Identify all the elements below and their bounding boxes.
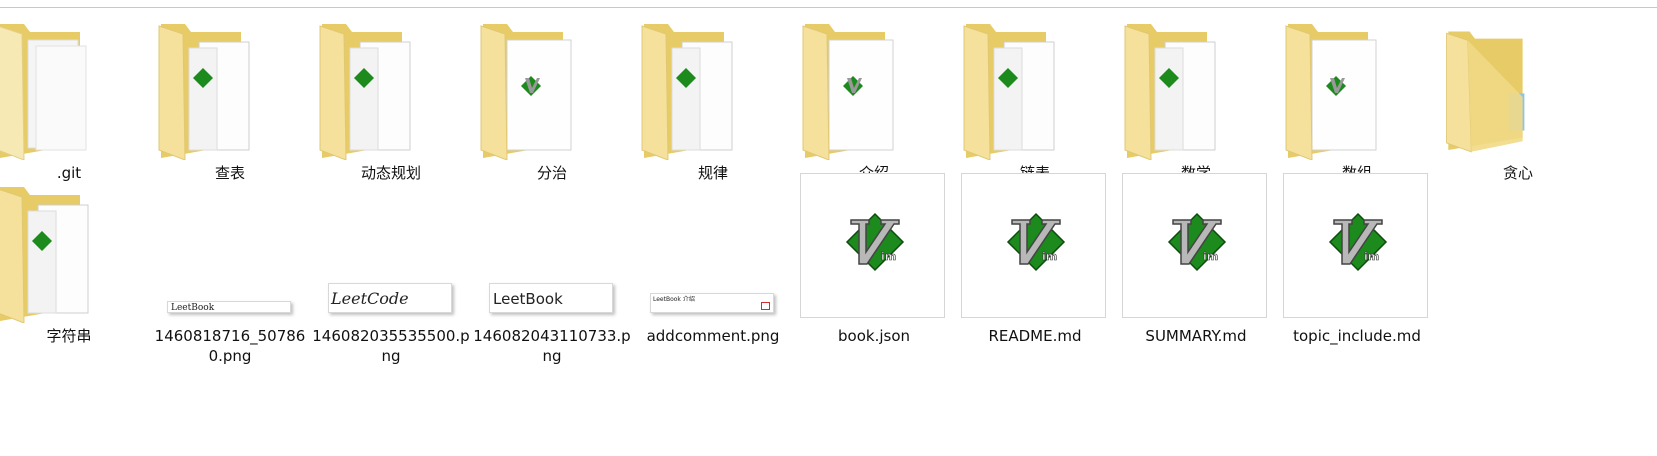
- file-item[interactable]: im SUMMARY.md: [1111, 173, 1281, 346]
- folder-name: 贪心: [1502, 164, 1533, 182]
- file-thumbnail-frame: im: [961, 173, 1106, 318]
- file-thumbnail-frame: im: [1283, 173, 1428, 318]
- file-item[interactable]: im README.md: [950, 173, 1120, 346]
- file-name: 146082035535500.png: [312, 327, 470, 365]
- thumbnail-text: LeetBook: [493, 290, 563, 308]
- folder-item[interactable]: 数学: [1111, 10, 1281, 183]
- image-file-item[interactable]: LeetBook 1460818716_507860.png: [145, 173, 315, 366]
- image-file-item[interactable]: LeetBook 介绍 addcomment.png: [628, 173, 798, 346]
- folder-item[interactable]: .git: [0, 10, 154, 183]
- vim-icon: im: [1328, 212, 1388, 272]
- folder-icon: [641, 24, 733, 160]
- svg-text:im: im: [1042, 250, 1057, 263]
- vim-icon: im: [845, 212, 905, 272]
- svg-text:im: im: [1203, 250, 1218, 263]
- folder-item[interactable]: 分治: [467, 10, 637, 183]
- file-item[interactable]: im topic_include.md: [1272, 173, 1442, 346]
- image-thumbnail: LeetBook 介绍: [650, 293, 774, 313]
- folder-icon: [158, 24, 250, 160]
- file-item[interactable]: im book.json: [789, 173, 959, 346]
- file-name: SUMMARY.md: [1145, 327, 1247, 345]
- folder-item[interactable]: 字符串: [0, 173, 154, 346]
- thumbnail-text: LeetBook 介绍: [653, 296, 695, 303]
- image-file-item[interactable]: LeetCode 146082035535500.png: [306, 173, 476, 366]
- file-name: README.md: [988, 327, 1082, 345]
- file-thumbnail-frame: im: [800, 173, 945, 318]
- thumbnail-text: LeetCode: [331, 289, 409, 308]
- file-name: 1460818716_507860.png: [154, 327, 306, 365]
- folder-name: 字符串: [46, 327, 92, 345]
- folder-item[interactable]: 介绍: [789, 10, 959, 183]
- file-name: 146082043110733.png: [473, 327, 631, 365]
- folder-icon: [319, 24, 411, 160]
- folder-item[interactable]: 查表: [145, 10, 315, 183]
- folder-icon: [1285, 24, 1377, 160]
- folder-icon: [1124, 24, 1216, 160]
- top-divider: [0, 7, 1657, 8]
- folder-item[interactable]: 链表: [950, 10, 1120, 183]
- file-thumbnail-frame: im: [1122, 173, 1267, 318]
- svg-text:im: im: [1364, 250, 1379, 263]
- folder-item[interactable]: 数组: [1272, 10, 1442, 183]
- folder-icon: [0, 187, 89, 323]
- file-name: book.json: [838, 327, 910, 345]
- vim-icon: im: [1006, 212, 1066, 272]
- folder-icon: [480, 24, 572, 160]
- image-file-item[interactable]: LeetBook 146082043110733.png: [467, 173, 637, 366]
- file-grid: .git 查表 动态规划 分治 规律 贪心 字符串 LeetBook 14608…: [0, 10, 1657, 450]
- folder-icon: [963, 24, 1055, 160]
- image-thumbnail: LeetBook: [167, 301, 291, 313]
- image-thumbnail: LeetCode: [328, 283, 452, 313]
- folder-item[interactable]: 规律: [628, 10, 798, 183]
- image-thumbnail: LeetBook: [489, 283, 613, 313]
- folder-item[interactable]: 贪心: [1433, 10, 1603, 183]
- svg-text:im: im: [881, 250, 896, 263]
- folder-icon: [1446, 31, 1525, 153]
- file-name: addcomment.png: [646, 327, 780, 345]
- vim-icon: im: [1167, 212, 1227, 272]
- file-name: topic_include.md: [1293, 327, 1421, 345]
- folder-icon: [802, 24, 894, 160]
- thumbnail-close-mark: [761, 302, 770, 310]
- folder-icon: [0, 24, 87, 160]
- folder-item[interactable]: 动态规划: [306, 10, 476, 183]
- thumbnail-text: LeetBook: [171, 303, 215, 313]
